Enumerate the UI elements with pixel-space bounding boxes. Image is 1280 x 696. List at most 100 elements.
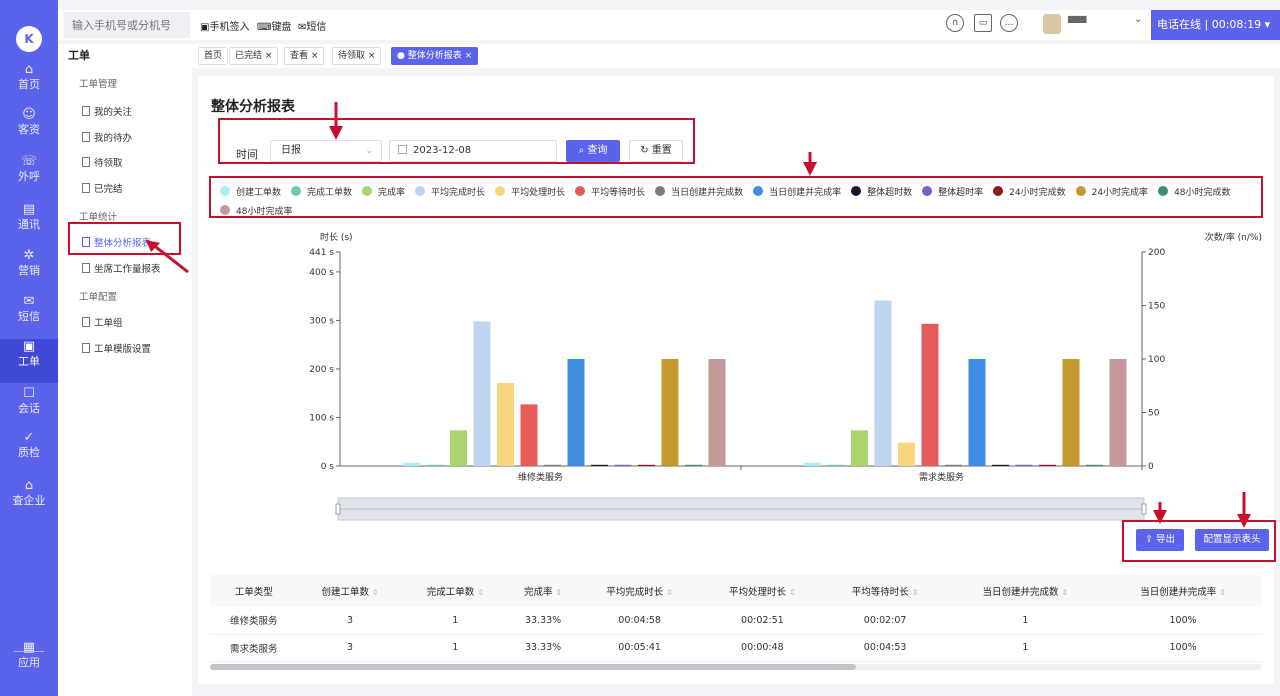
- column-header[interactable]: 创建工单数 ⇕: [297, 575, 403, 607]
- column-header[interactable]: 平均完成时长 ⇕: [578, 575, 702, 607]
- sort-icon[interactable]: ⇕: [789, 588, 796, 597]
- avatar[interactable]: [1043, 14, 1061, 34]
- query-button[interactable]: ⌕ 查询: [566, 140, 620, 162]
- rail-item-10[interactable]: ▦ 应用: [0, 640, 58, 684]
- rail-item-5[interactable]: ✉ 短信: [0, 294, 58, 338]
- column-header[interactable]: 完成率 ⇕: [507, 575, 579, 607]
- table-cell: 3: [297, 607, 403, 635]
- tab-0[interactable]: 首页: [198, 47, 229, 65]
- document-icon: [82, 343, 90, 353]
- bar-1-2: [851, 430, 868, 466]
- chevron-down-icon[interactable]: ⌄: [1134, 14, 1142, 25]
- phone-search-input[interactable]: [64, 12, 190, 38]
- rail-item-7[interactable]: ☐ 会话: [0, 386, 58, 430]
- column-header[interactable]: 当日创建并完成数 ⇕: [946, 575, 1105, 607]
- rail-item-9[interactable]: ⌂ 查企业: [0, 478, 58, 522]
- chevron-down-icon: ⌄: [365, 146, 373, 156]
- filter-time-label: 时间: [236, 148, 258, 161]
- sidebar-item-my-todo[interactable]: 我的待办: [82, 130, 132, 144]
- right-axis-label: 次数/率 (n/%): [1205, 231, 1262, 243]
- phone-status-button[interactable]: 电话在线 | 00:08:19 ▾: [1151, 10, 1280, 40]
- bar-1-1: [827, 464, 845, 466]
- sort-icon[interactable]: ⇕: [477, 588, 484, 597]
- column-header-label: 工单类型: [234, 587, 273, 598]
- table-cell: 1: [402, 634, 508, 662]
- tab-4[interactable]: ● 整体分析报表 ×: [391, 47, 479, 65]
- period-select[interactable]: 日报 ⌄: [270, 140, 382, 162]
- sort-icon[interactable]: ⇕: [912, 588, 919, 597]
- legend-item[interactable]: 平均等待时长: [575, 184, 645, 203]
- rail-item-8[interactable]: ✓ 质检: [0, 430, 58, 474]
- left-tick-label: 0 s: [321, 462, 335, 472]
- legend-item[interactable]: 当日创建并完成数: [655, 184, 743, 203]
- reset-button[interactable]: ↻ 重置: [629, 140, 683, 162]
- sidebar-item-ticket-group[interactable]: 工单组: [82, 315, 123, 329]
- rail-item-1[interactable]: ☺ 客资: [0, 107, 58, 151]
- rail-item-6[interactable]: ▣ 工单: [0, 339, 58, 383]
- sidebar-item-completed[interactable]: 已完结: [82, 181, 123, 195]
- tab-1[interactable]: 已完结 ×: [229, 47, 279, 65]
- legend-item[interactable]: 48小时完成率: [220, 203, 292, 222]
- legend-item[interactable]: 创建工单数: [220, 184, 281, 203]
- rail-item-3[interactable]: ▤ 通讯: [0, 202, 58, 246]
- config-columns-button[interactable]: 配置显示表头: [1195, 529, 1269, 551]
- legend-item[interactable]: 24小时完成数: [993, 184, 1066, 203]
- table-cell: 1: [402, 607, 508, 635]
- sidebar-item-to-claim[interactable]: 待领取: [82, 155, 123, 169]
- zoom-handle-left[interactable]: [335, 503, 341, 515]
- reset-icon: ↻: [640, 145, 652, 156]
- scrollbar-thumb[interactable]: [210, 664, 856, 670]
- tab-3[interactable]: 待领取 ×: [332, 47, 382, 65]
- column-header[interactable]: 完成工单数 ⇕: [402, 575, 508, 607]
- tab-2[interactable]: 查看 ×: [284, 47, 325, 65]
- rail-item-4[interactable]: ✲ 营销: [0, 248, 58, 292]
- app-logo: K: [16, 26, 42, 52]
- bar-0-1: [426, 464, 444, 466]
- table-cell: 100%: [1104, 607, 1262, 635]
- monitor-icon[interactable]: ▭: [974, 14, 992, 32]
- bar-1-0: [804, 462, 821, 466]
- sort-icon[interactable]: ⇕: [372, 588, 379, 597]
- legend-label: 整体超时率: [938, 188, 984, 198]
- legend-item[interactable]: 24小时完成率: [1075, 184, 1148, 203]
- rail-item-0[interactable]: ⌂ 首页: [0, 62, 58, 106]
- export-button[interactable]: ⇪ 导出: [1136, 529, 1184, 551]
- sidebar-item-ticket-template[interactable]: 工单模版设置: [82, 341, 151, 355]
- legend-label: 平均完成时长: [431, 188, 486, 198]
- zoom-handle-right[interactable]: [1141, 503, 1147, 515]
- sort-icon[interactable]: ⇕: [666, 588, 673, 597]
- rail-item-2[interactable]: ☏ 外呼: [0, 154, 58, 198]
- legend-label: 创建工单数: [236, 188, 282, 198]
- legend-item[interactable]: 48小时完成数: [1158, 184, 1231, 203]
- horizontal-scrollbar[interactable]: [210, 664, 1262, 670]
- legend-item[interactable]: 整体超时数: [851, 184, 912, 203]
- sort-icon[interactable]: ⇕: [1219, 588, 1226, 597]
- legend-item[interactable]: 完成率: [362, 184, 405, 203]
- sort-icon[interactable]: ⇕: [1062, 588, 1069, 597]
- sidebar-item-label: 我的待办: [94, 133, 133, 144]
- column-header[interactable]: 平均处理时长 ⇕: [701, 575, 824, 607]
- legend-item[interactable]: 当日创建并完成率: [753, 184, 841, 203]
- date-picker[interactable]: 2023-12-08: [389, 140, 557, 162]
- keypad-link[interactable]: ⌨键盘: [257, 18, 291, 33]
- sms-link[interactable]: ✉短信: [298, 18, 326, 33]
- annotation-arrow-filters: [329, 102, 343, 140]
- sort-icon[interactable]: ⇕: [556, 588, 563, 597]
- column-header[interactable]: 工单类型: [210, 575, 298, 607]
- document-icon: [82, 132, 90, 142]
- message-icon[interactable]: …: [1000, 14, 1018, 32]
- legend-item[interactable]: 平均处理时长: [495, 184, 565, 203]
- bar-1-5: [921, 323, 939, 466]
- legend-label: 48小时完成数: [1174, 188, 1231, 198]
- outbound-call-icon: ☏: [20, 154, 38, 169]
- table-cell: 00:02:07: [823, 607, 947, 635]
- headset-icon[interactable]: ∩: [946, 14, 964, 32]
- sidebar-item-my-follows[interactable]: 我的关注: [82, 104, 132, 118]
- legend-item[interactable]: 整体超时率: [922, 184, 983, 203]
- legend-item[interactable]: 完成工单数: [291, 184, 352, 203]
- column-header[interactable]: 当日创建并完成率 ⇕: [1104, 575, 1262, 607]
- phone-status-label: 电话在线 |: [1157, 18, 1209, 31]
- legend-item[interactable]: 平均完成时长: [415, 184, 485, 203]
- column-header[interactable]: 平均等待时长 ⇕: [823, 575, 947, 607]
- sign-in-link[interactable]: ▣手机签入: [200, 18, 249, 33]
